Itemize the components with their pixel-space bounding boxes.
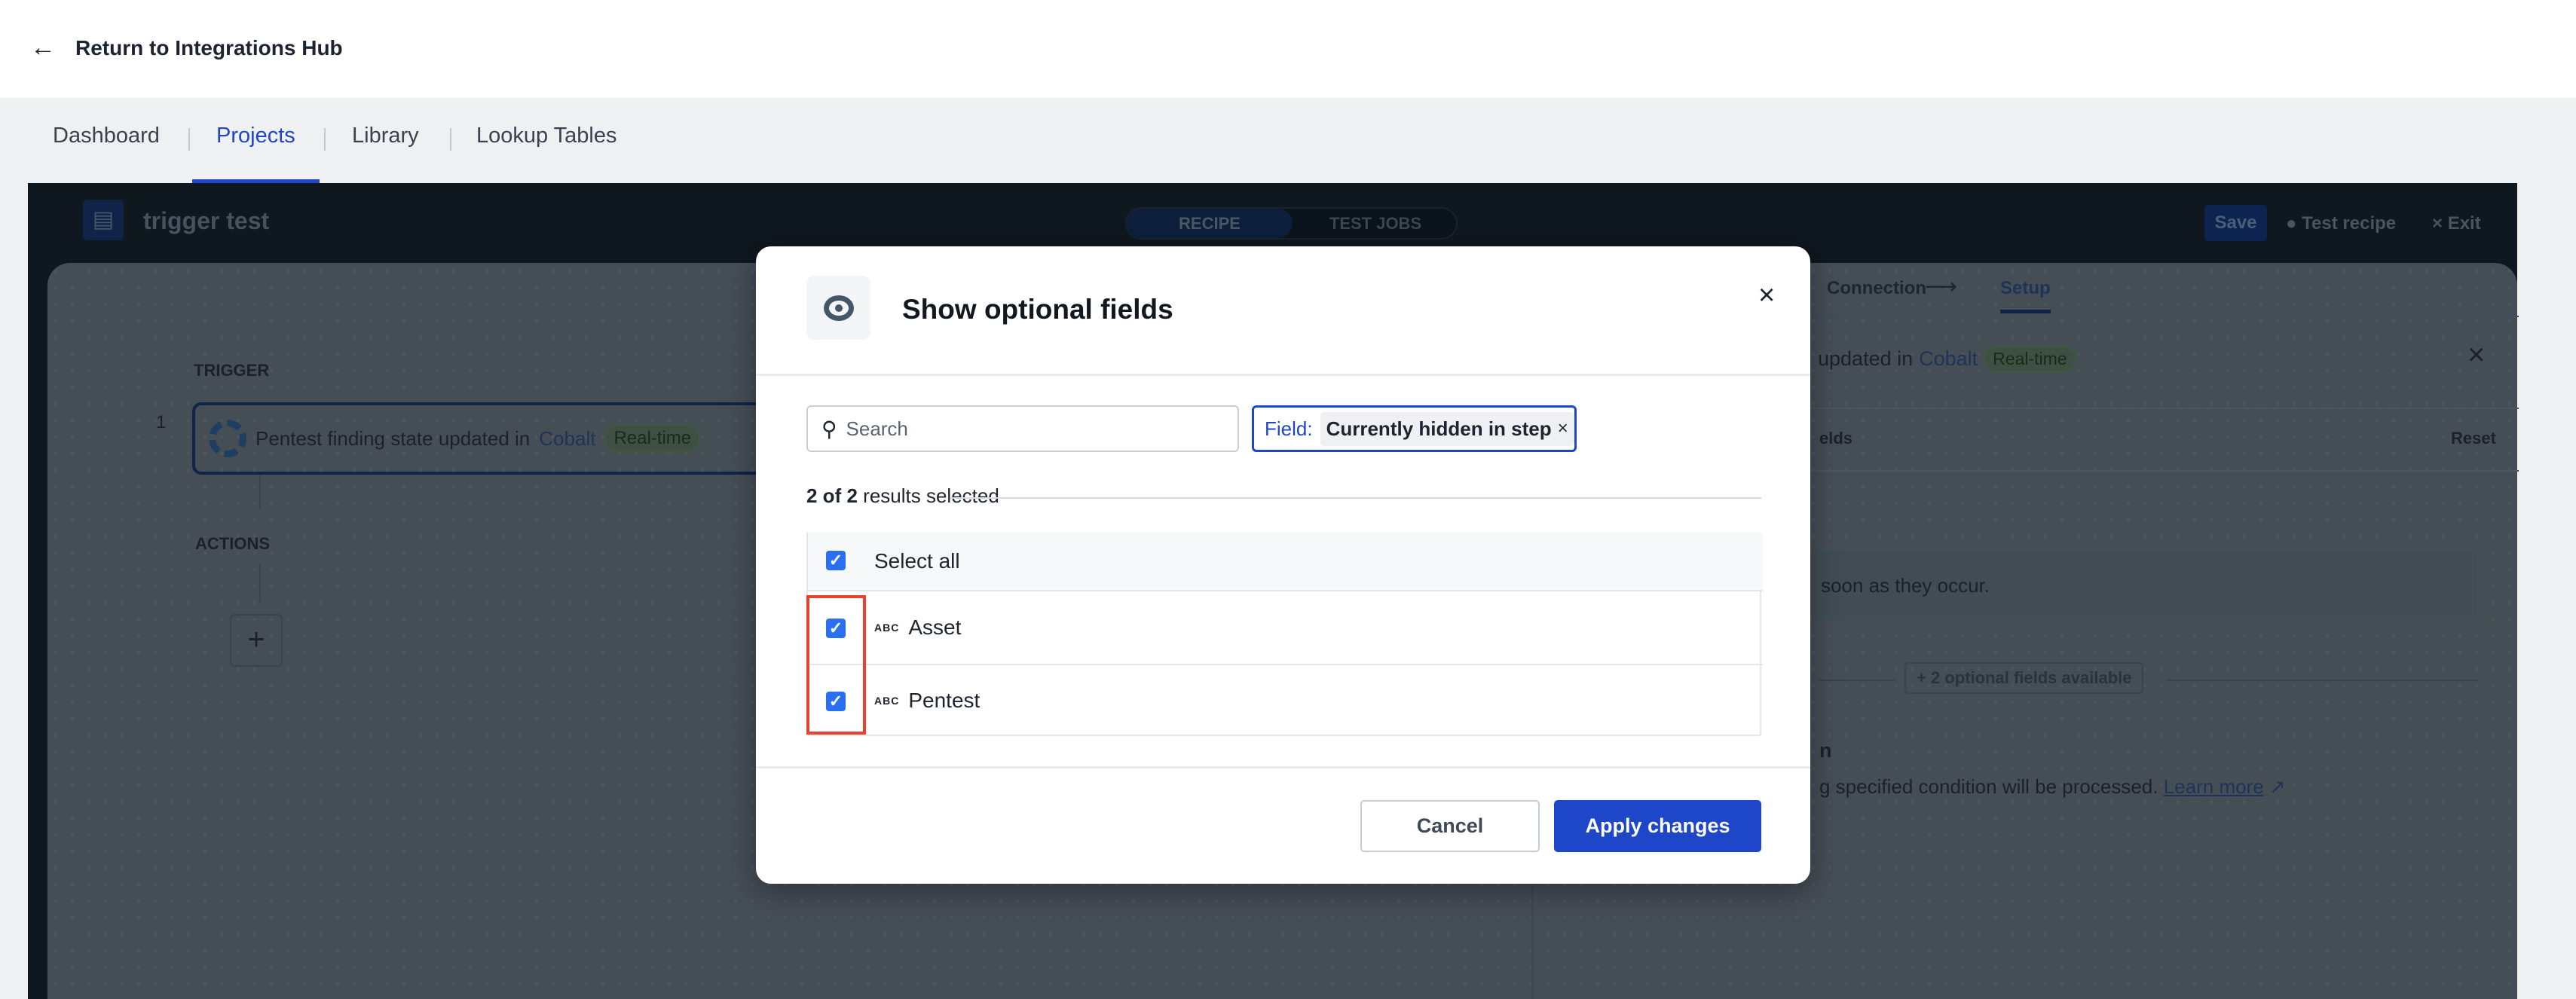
recipe-title: trigger test [143,207,270,234]
arrow-left-icon: ← [30,33,56,62]
toggle-recipe[interactable]: RECIPE [1127,209,1293,238]
close-dialog-button[interactable]: × [1758,280,1775,312]
top-bar: ← Return to Integrations Hub [0,0,2576,98]
close-panel-icon[interactable]: × [2467,338,2485,372]
results-count: 2 of 2 results selected [806,484,999,507]
eye-icon [806,276,870,340]
divider [950,497,1761,499]
apply-changes-button[interactable]: Apply changes [1554,800,1761,852]
external-link-icon: ↗ [2269,775,2286,798]
actions-heading: ACTIONS [195,534,270,553]
realtime-badge: Real-time [1984,346,2076,372]
divider [1819,680,1895,681]
tab-dashboard[interactable]: Dashboard [53,124,160,183]
trigger-heading: TRIGGER [194,361,270,380]
field-row-asset[interactable]: ✓ ABC Asset [808,590,1763,664]
tab-connection[interactable]: Connection [1827,278,1926,299]
divider [2166,680,2478,681]
remove-filter-icon[interactable]: × [1558,418,1568,439]
close-icon: × [2432,213,2448,234]
divider [756,766,1810,768]
step-number: 1 [156,412,167,432]
learn-more-link[interactable]: Learn more [2164,775,2264,798]
field-filter-chip[interactable]: Field: Currently hidden in step × [1252,405,1577,452]
realtime-badge: Real-time [604,424,701,453]
tab-library[interactable]: Library [352,124,419,183]
search-input[interactable]: ⚲ Search [806,405,1239,452]
dialog-title: Show optional fields [902,294,1173,325]
tab-setup[interactable]: Setup [2000,278,2051,313]
field-row-pentest[interactable]: ✓ ABC Pentest [808,664,1763,736]
text-type-icon: ABC [874,622,900,634]
connector-line [259,475,261,509]
app-link[interactable]: Cobalt [539,427,595,451]
back-label: Return to Integrations Hub [75,35,343,60]
text-type-icon: ABC [874,695,900,707]
select-all-checkbox[interactable]: ✓ [826,551,846,570]
search-icon: ⚲ [821,417,837,441]
tab-projects[interactable]: Projects [192,124,320,183]
connector-line [259,564,261,602]
play-icon: ● [2286,213,2302,234]
add-action-button[interactable]: + [230,614,283,667]
recipe-icon: ▤ [83,200,124,240]
save-button[interactable]: Save [2204,205,2267,241]
divider [756,374,1810,376]
divider [450,128,451,151]
cobalt-logo-icon [209,420,246,457]
panel-title: updated in Cobalt Real-time [1818,346,2076,372]
reset-button[interactable]: Reset [2451,429,2496,448]
select-all-row[interactable]: ✓ Select all [808,532,1763,590]
fields-label: elds [1819,429,1853,448]
test-recipe-button[interactable]: ● Test recipe [2286,213,2396,234]
nav-tabs: Dashboard Projects Library Lookup Tables [0,98,2576,183]
toggle-test-jobs[interactable]: TEST JOBS [1293,209,1458,238]
tab-lookup-tables[interactable]: Lookup Tables [476,124,617,183]
show-optional-fields-dialog: Show optional fields × ⚲ Search Field: C… [756,246,1810,884]
cancel-button[interactable]: Cancel [1360,800,1540,852]
exit-button[interactable]: × Exit [2432,213,2481,234]
divider [188,128,190,151]
back-button[interactable]: ← Return to Integrations Hub [30,33,343,63]
fields-list: ✓ Select all ✓ ABC Asset ✓ ABC Pentest [806,532,1763,736]
condition-description: g specified condition will be processed.… [1819,775,2286,798]
section-heading: n [1819,739,1832,762]
divider [324,128,326,151]
highlight-box [806,595,866,735]
view-toggle: RECIPE TEST JOBS [1125,207,1458,240]
arrow-right-icon: ⟶ [1925,274,1958,299]
optional-fields-button[interactable]: + 2 optional fields available [1904,662,2144,694]
